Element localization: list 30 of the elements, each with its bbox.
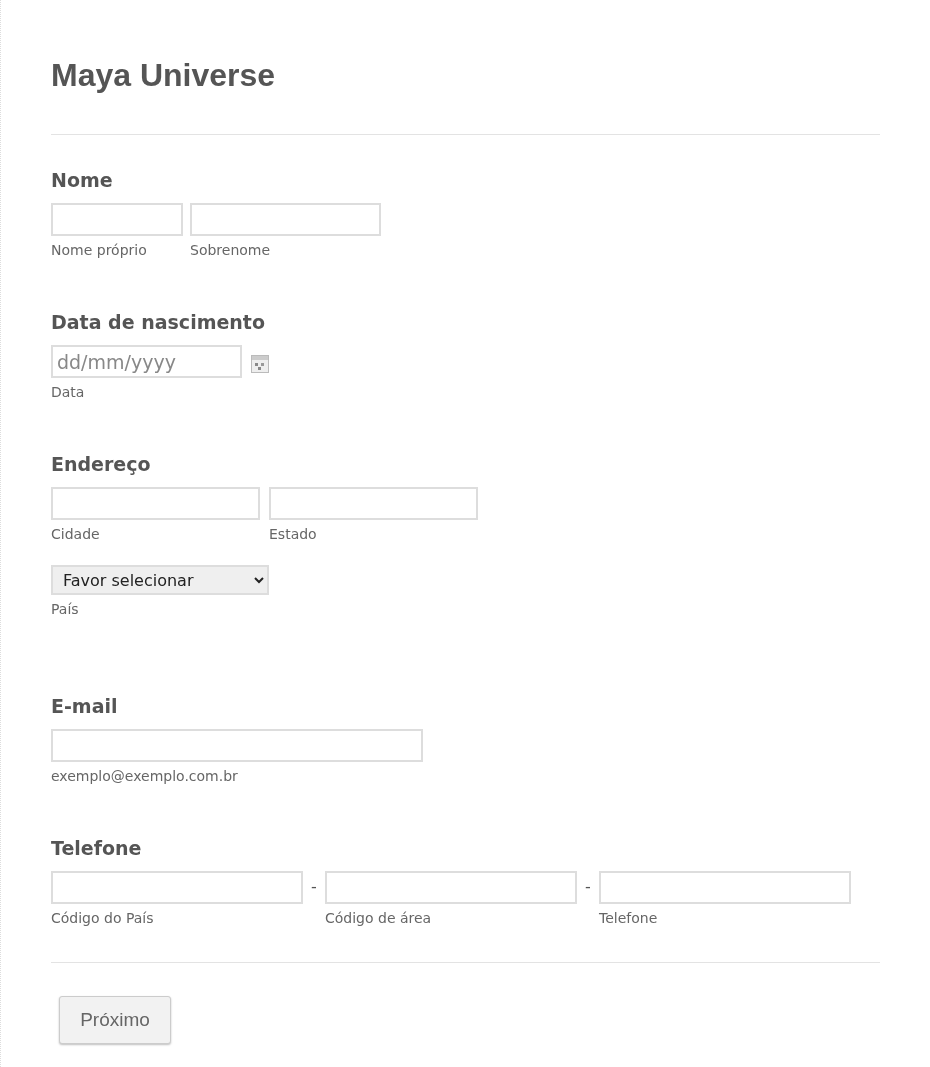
field-label: Nome bbox=[51, 168, 114, 192]
input-field[interactable] bbox=[51, 729, 423, 762]
field-sublabel: País bbox=[51, 600, 80, 618]
field-sublabel: Estado bbox=[269, 525, 318, 543]
input-field[interactable] bbox=[325, 871, 577, 904]
field-sublabel: Cidade bbox=[51, 525, 101, 543]
input-field[interactable] bbox=[599, 871, 851, 904]
field-sublabel: Telefone bbox=[599, 909, 659, 927]
separator: - bbox=[584, 877, 592, 896]
field-label: E-mail bbox=[51, 694, 119, 718]
field-sublabel: Código de área bbox=[325, 909, 433, 927]
field-sublabel: Código do País bbox=[51, 909, 155, 927]
next-button[interactable]: Próximo bbox=[59, 996, 171, 1044]
input-field[interactable] bbox=[51, 203, 183, 236]
input-field[interactable] bbox=[51, 871, 303, 904]
field-sublabel: Sobrenome bbox=[190, 241, 272, 259]
field-sublabel: Data bbox=[51, 383, 86, 401]
field-sublabel: exemplo@exemplo.com.br bbox=[51, 767, 239, 785]
date-field[interactable]: dd/mm/yyyy bbox=[51, 345, 242, 378]
field-sublabel: Nome próprio bbox=[51, 241, 148, 259]
country-select[interactable]: Favor selecionar bbox=[51, 565, 269, 595]
separator: - bbox=[310, 877, 318, 896]
field-label: Telefone bbox=[51, 836, 143, 860]
calendar-icon[interactable] bbox=[251, 354, 269, 373]
field-label: Endereço bbox=[51, 452, 152, 476]
input-field[interactable] bbox=[269, 487, 478, 520]
field-label: Data de nascimento bbox=[51, 310, 266, 334]
input-field[interactable] bbox=[51, 487, 260, 520]
form-title: Maya Universe bbox=[51, 56, 277, 94]
input-field[interactable] bbox=[190, 203, 381, 236]
